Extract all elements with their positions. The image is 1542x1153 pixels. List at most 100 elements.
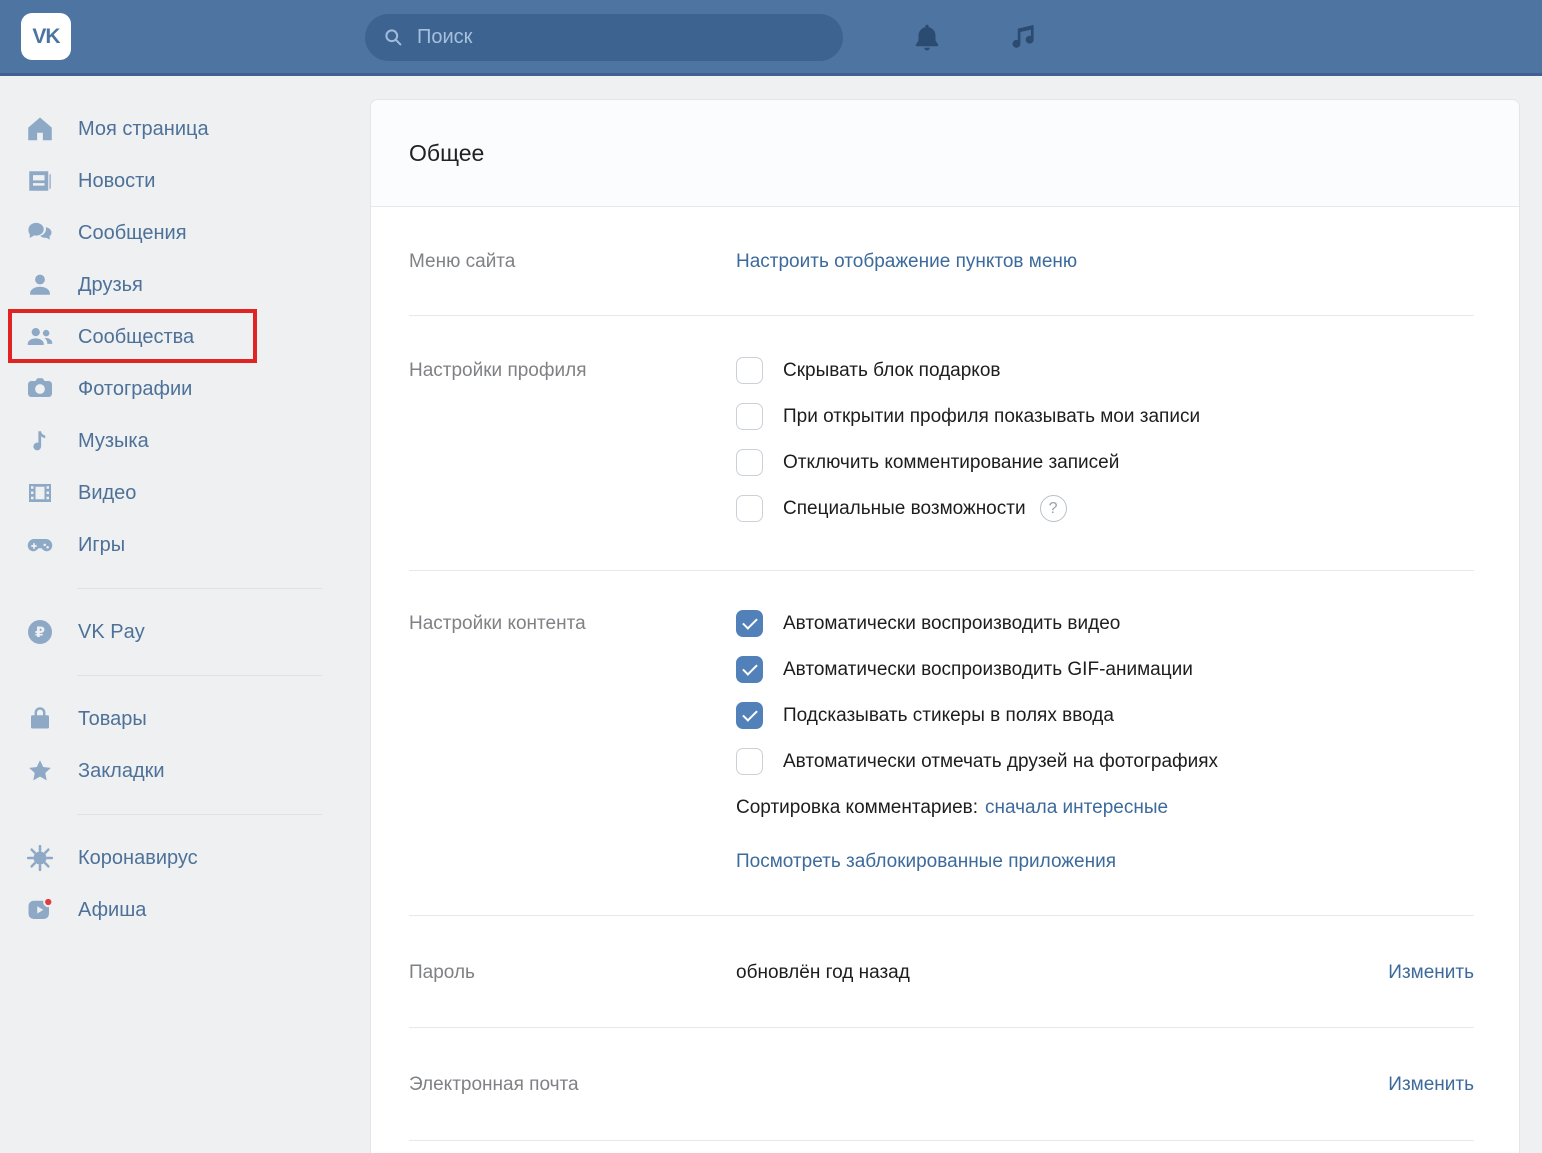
checkbox-show-my-posts[interactable] (736, 403, 763, 430)
sidebar-divider (77, 814, 322, 815)
sidebar-item-label: Афиша (78, 899, 146, 922)
email-label: Электронная почта (409, 1071, 736, 1141)
music-note-icon (25, 426, 55, 456)
gamepad-icon (25, 530, 55, 560)
sidebar-item-label: Новости (78, 170, 155, 193)
sidebar-divider (77, 588, 322, 589)
vk-logo[interactable]: VK (21, 13, 71, 60)
checkbox-row-autoplay-gif: Автоматически воспроизводить GIF-анимаци… (736, 656, 1474, 683)
virus-icon (25, 843, 55, 873)
shopping-bag-icon (25, 704, 55, 734)
sidebar-item-friends[interactable]: Друзья (0, 259, 370, 311)
email-row: Электронная почта Изменить (371, 1028, 1519, 1141)
password-label: Пароль (409, 959, 736, 1028)
checkbox-label: При открытии профиля показывать мои запи… (783, 403, 1200, 430)
sidebar-item-communities[interactable]: Сообщества (0, 311, 370, 363)
search-bar[interactable] (365, 14, 843, 61)
sidebar-item-photos[interactable]: Фотографии (0, 363, 370, 415)
checkbox-row-disable-comments: Отключить комментирование записей (736, 449, 1474, 476)
checkbox-label: Автоматически воспроизводить видео (783, 610, 1120, 637)
search-input[interactable] (417, 26, 797, 49)
profile-settings-row: Настройки профиля Скрывать блок подарков… (371, 316, 1519, 571)
home-icon (25, 114, 55, 144)
checkbox-row-sticker-suggest: Подсказывать стикеры в полях ввода (736, 702, 1474, 729)
settings-header: Общее (371, 100, 1519, 207)
checkbox-sticker-suggest[interactable] (736, 702, 763, 729)
checkbox-row-autoplay-video: Автоматически воспроизводить видео (736, 610, 1474, 637)
site-menu-row: Меню сайта Настроить отображение пунктов… (371, 207, 1519, 316)
sidebar-item-bookmarks[interactable]: Закладки (0, 745, 370, 797)
content-settings-row: Настройки контента Автоматически воспрои… (371, 571, 1519, 916)
checkbox-row-hide-gifts: Скрывать блок подарков (736, 357, 1474, 384)
comment-sort-label: Сортировка комментариев: (736, 794, 978, 821)
profile-settings-label: Настройки профиля (409, 357, 736, 571)
blocked-apps-line: Посмотреть заблокированные приложения (736, 848, 1474, 875)
checkbox-label: Специальные возможности (783, 495, 1026, 522)
sidebar-item-label: Видео (78, 482, 136, 505)
sidebar-item-label: Друзья (78, 274, 143, 297)
sidebar-item-label: Сообщения (78, 222, 187, 245)
sidebar-item-label: Моя страница (78, 118, 209, 141)
top-navigation-bar: VK (0, 0, 1542, 76)
newspaper-icon (25, 166, 55, 196)
content-settings-label: Настройки контента (409, 610, 736, 916)
settings-panel: Общее Меню сайта Настроить отображение п… (370, 99, 1520, 1153)
sidebar-item-games[interactable]: Игры (0, 519, 370, 571)
chat-bubbles-icon (25, 218, 55, 248)
email-value (736, 1071, 1388, 1141)
checkbox-disable-comments[interactable] (736, 449, 763, 476)
sidebar-item-afisha[interactable]: Афиша (0, 884, 370, 936)
sidebar-item-messages[interactable]: Сообщения (0, 207, 370, 259)
checkbox-hide-gifts[interactable] (736, 357, 763, 384)
sidebar-item-music[interactable]: Музыка (0, 415, 370, 467)
sidebar-navigation: Моя страница Новости Сообщения Друзья (0, 76, 370, 1153)
sidebar-item-vk-pay[interactable]: ₽ VK Pay (0, 606, 370, 658)
checkbox-accessibility[interactable] (736, 495, 763, 522)
sidebar-item-label: Коронавирус (78, 847, 198, 870)
page-title: Общее (409, 140, 484, 167)
star-icon (25, 756, 55, 786)
sidebar-item-coronavirus[interactable]: Коронавирус (0, 832, 370, 884)
password-row: Пароль обновлён год назад Изменить (371, 916, 1519, 1028)
checkbox-auto-tag-friends[interactable] (736, 748, 763, 775)
sidebar-divider (77, 675, 322, 676)
film-strip-icon (25, 478, 55, 508)
configure-menu-link[interactable]: Настроить отображение пунктов меню (736, 251, 1077, 272)
blocked-apps-link[interactable]: Посмотреть заблокированные приложения (736, 848, 1116, 875)
password-value: обновлён год назад (736, 959, 1388, 1028)
checkbox-row-accessibility: Специальные возможности ? (736, 495, 1474, 522)
sidebar-item-label: Закладки (78, 760, 165, 783)
sidebar-item-label: Игры (78, 534, 125, 557)
checkbox-row-show-my-posts: При открытии профиля показывать мои запи… (736, 403, 1474, 430)
checkbox-label: Автоматически отмечать друзей на фотогра… (783, 748, 1218, 775)
change-email-link[interactable]: Изменить (1388, 1071, 1474, 1141)
checkbox-label: Автоматически воспроизводить GIF-анимаци… (783, 656, 1193, 683)
checkbox-label: Отключить комментирование записей (783, 449, 1119, 476)
play-video-badge-icon (25, 895, 55, 925)
two-people-icon (25, 322, 55, 352)
ruble-circle-icon: ₽ (25, 617, 55, 647)
checkbox-autoplay-gif[interactable] (736, 656, 763, 683)
checkbox-autoplay-video[interactable] (736, 610, 763, 637)
camera-icon (25, 374, 55, 404)
sidebar-item-news[interactable]: Новости (0, 155, 370, 207)
sidebar-item-label: Фотографии (78, 378, 192, 401)
comment-sort-value-link[interactable]: сначала интересные (985, 794, 1168, 821)
sidebar-item-label: Музыка (78, 430, 149, 453)
site-menu-label: Меню сайта (409, 248, 736, 316)
sidebar-item-market[interactable]: Товары (0, 693, 370, 745)
vk-logo-text: VK (32, 25, 59, 49)
sidebar-item-my-page[interactable]: Моя страница (0, 103, 370, 155)
sidebar-item-label: VK Pay (78, 621, 145, 644)
notifications-bell-icon[interactable] (910, 21, 944, 55)
comment-sort-line: Сортировка комментариев: сначала интерес… (736, 794, 1474, 821)
sidebar-item-label: Товары (78, 708, 147, 731)
sidebar-item-video[interactable]: Видео (0, 467, 370, 519)
checkbox-row-auto-tag-friends: Автоматически отмечать друзей на фотогра… (736, 748, 1474, 775)
music-icon[interactable] (1005, 21, 1039, 55)
svg-text:₽: ₽ (35, 625, 45, 641)
search-icon (382, 26, 405, 49)
help-question-icon[interactable]: ? (1040, 495, 1067, 522)
checkbox-label: Подсказывать стикеры в полях ввода (783, 702, 1114, 729)
change-password-link[interactable]: Изменить (1388, 959, 1474, 1028)
